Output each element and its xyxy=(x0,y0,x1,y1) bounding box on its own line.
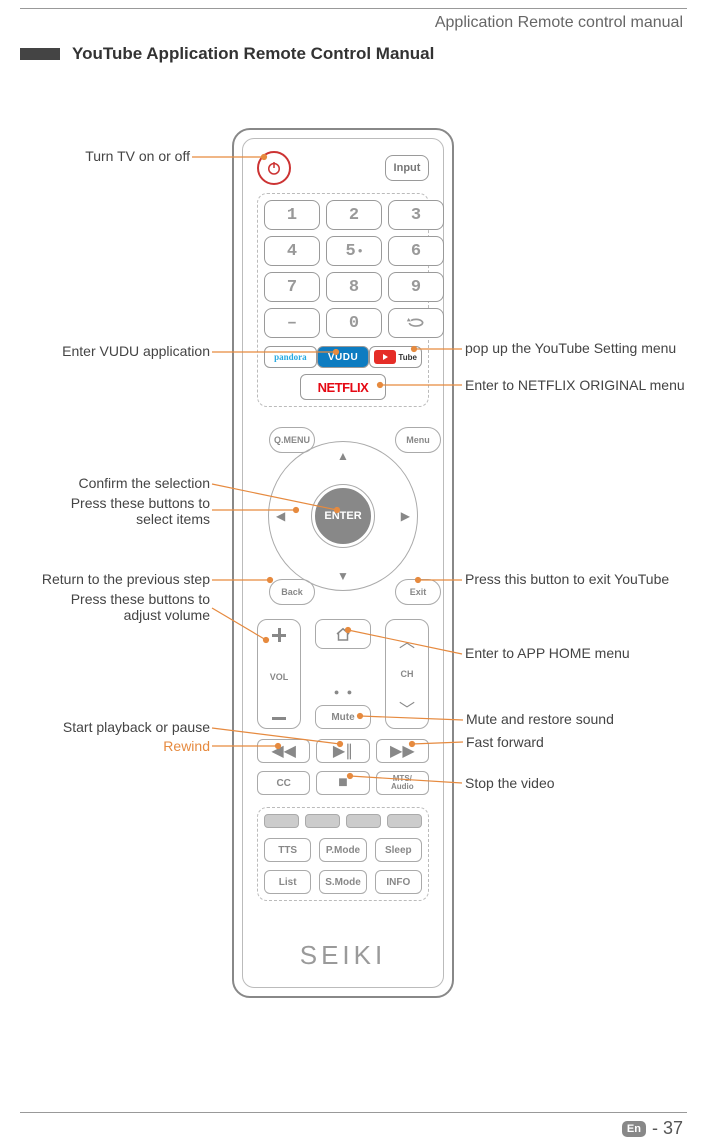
smode-button[interactable]: S.Mode xyxy=(319,870,366,894)
page-number: - 37 xyxy=(652,1118,683,1139)
input-button[interactable]: Input xyxy=(385,155,429,181)
callout-vol: Press these buttons to adjust volume xyxy=(20,591,210,623)
home-icon xyxy=(334,625,352,643)
vol-up-icon xyxy=(272,628,286,637)
remote-outline: Input 1 2 3 4 5● 6 7 8 9 – 0 pandora xyxy=(232,128,454,998)
callout-youtube: pop up the YouTube Setting menu xyxy=(465,340,676,356)
stop-button[interactable]: ■ xyxy=(316,771,369,795)
volume-channel-row: VOL ● ● Mute ︿ CH ﹀ xyxy=(257,619,429,729)
tts-button[interactable]: TTS xyxy=(264,838,311,862)
fast-forward-button[interactable]: ▶▶ xyxy=(376,739,429,763)
youtube-label: Tube xyxy=(398,353,417,362)
num-5[interactable]: 5● xyxy=(326,236,382,266)
num-9[interactable]: 9 xyxy=(388,272,444,302)
mute-button[interactable]: Mute xyxy=(315,705,371,729)
ch-down-icon: ﹀ xyxy=(399,696,415,720)
callout-stop: Stop the video xyxy=(465,775,555,791)
play-pause-icon: ▶∥ xyxy=(333,741,353,761)
rewind-button[interactable]: ◀◀ xyxy=(257,739,310,763)
callout-home: Enter to APP HOME menu xyxy=(465,645,630,661)
pandora-button[interactable]: pandora xyxy=(264,346,317,368)
ch-label: CH xyxy=(401,669,414,679)
list-button[interactable]: List xyxy=(264,870,311,894)
app-row: pandora VUDU Tube xyxy=(264,346,422,368)
netflix-button[interactable]: NETFLIX xyxy=(300,374,386,400)
vol-label: VOL xyxy=(270,672,289,682)
color-button-row xyxy=(264,814,422,828)
top-rule xyxy=(20,8,687,9)
section-title: YouTube Application Remote Control Manua… xyxy=(20,44,687,64)
vudu-button[interactable]: VUDU xyxy=(317,346,370,368)
callout-play: Start playback or pause xyxy=(15,719,210,735)
num-6[interactable]: 6 xyxy=(388,236,444,266)
mts-audio-button[interactable]: MTS/ Audio xyxy=(376,771,429,795)
brand-logo: SEIKI xyxy=(243,940,443,971)
callout-rewind: Rewind xyxy=(110,738,210,754)
sleep-button[interactable]: Sleep xyxy=(375,838,422,862)
num-2[interactable]: 2 xyxy=(326,200,382,230)
enter-button[interactable]: ENTER xyxy=(312,485,374,547)
dpad-up[interactable]: ▲ xyxy=(337,449,349,463)
num-8[interactable]: 8 xyxy=(326,272,382,302)
page-footer: En - 37 xyxy=(622,1118,683,1139)
num-3[interactable]: 3 xyxy=(388,200,444,230)
callout-power: Turn TV on or off xyxy=(20,148,190,164)
power-icon xyxy=(265,159,283,177)
info-button[interactable]: INFO xyxy=(375,870,422,894)
color-btn-blue[interactable] xyxy=(387,814,422,828)
num-dash[interactable]: – xyxy=(264,308,320,338)
num-4[interactable]: 4 xyxy=(264,236,320,266)
num-7[interactable]: 7 xyxy=(264,272,320,302)
color-btn-red[interactable] xyxy=(264,814,299,828)
channel-rocker[interactable]: ︿ CH ﹀ xyxy=(385,619,429,729)
lang-badge: En xyxy=(622,1121,646,1137)
callout-exit: Press this button to exit YouTube xyxy=(465,571,669,587)
callout-vudu: Enter VUDU application xyxy=(20,343,210,359)
callout-arrows: Press these buttons to select items xyxy=(20,495,210,527)
dpad: ▲ ▼ ◀ ▶ ENTER xyxy=(268,441,418,591)
chapter-header: Application Remote control manual xyxy=(0,14,683,32)
rewind-icon: ◀◀ xyxy=(271,741,296,761)
remote-inner: Input 1 2 3 4 5● 6 7 8 9 – 0 pandora xyxy=(242,138,444,988)
cc-button[interactable]: CC xyxy=(257,771,310,795)
callout-back: Return to the previous step xyxy=(5,571,210,587)
num-return[interactable] xyxy=(388,308,444,338)
loop-icon xyxy=(406,316,426,330)
color-btn-yellow[interactable] xyxy=(346,814,381,828)
exit-button[interactable]: Exit xyxy=(395,579,441,605)
dpad-right[interactable]: ▶ xyxy=(401,509,410,523)
volume-rocker[interactable]: VOL xyxy=(257,619,301,729)
power-button[interactable] xyxy=(257,151,291,185)
play-pause-button[interactable]: ▶∥ xyxy=(316,739,369,763)
back-button[interactable]: Back xyxy=(269,579,315,605)
num-1[interactable]: 1 xyxy=(264,200,320,230)
callout-enter: Confirm the selection xyxy=(20,475,210,491)
num-0[interactable]: 0 xyxy=(326,308,382,338)
ch-up-icon: ︿ xyxy=(399,628,415,652)
callout-netflix: Enter to NETFLIX ORIGINAL menu xyxy=(465,377,685,393)
stop-icon: ■ xyxy=(338,774,348,792)
title-bar-icon xyxy=(20,48,60,60)
callout-ff: Fast forward xyxy=(466,734,544,750)
footer-rule xyxy=(20,1112,687,1113)
pmode-button[interactable]: P.Mode xyxy=(319,838,366,862)
number-pad: 1 2 3 4 5● 6 7 8 9 – 0 xyxy=(264,200,422,338)
fast-forward-icon: ▶▶ xyxy=(390,741,415,761)
callout-mute: Mute and restore sound xyxy=(466,711,614,727)
title-text: YouTube Application Remote Control Manua… xyxy=(72,44,434,64)
home-button[interactable] xyxy=(315,619,371,649)
color-btn-green[interactable] xyxy=(305,814,340,828)
dpad-left[interactable]: ◀ xyxy=(276,509,285,523)
youtube-play-icon xyxy=(374,350,396,364)
youtube-button[interactable]: Tube xyxy=(369,346,422,368)
vol-down-icon xyxy=(272,717,286,720)
dots-icon: ● ● xyxy=(334,687,352,697)
